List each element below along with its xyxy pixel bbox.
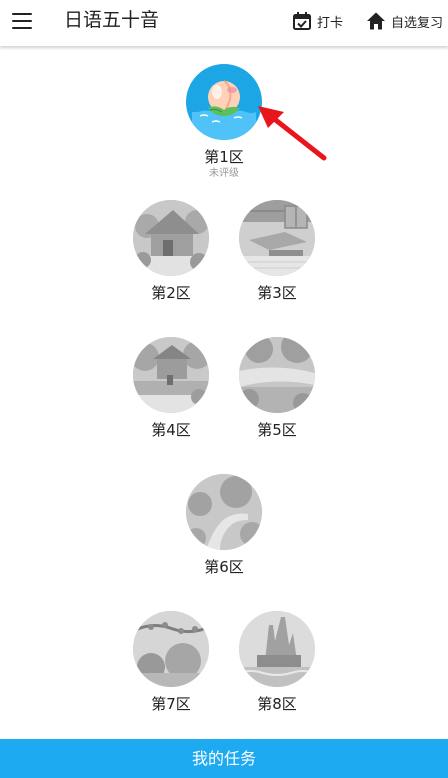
area-8[interactable]: 第8区 — [222, 611, 332, 713]
area-6-image — [186, 474, 262, 550]
home-icon — [367, 12, 385, 30]
arrow-icon — [258, 106, 327, 161]
checkin-label: 打卡 — [317, 15, 344, 31]
area-5-name: 第5区 — [257, 421, 297, 439]
hill-road-scene-icon — [186, 474, 262, 550]
area-1-image — [186, 64, 262, 140]
area-7-image — [133, 611, 209, 687]
room-scene-icon — [239, 200, 315, 276]
area-7[interactable]: 第7区 — [116, 611, 226, 713]
self-review-label: 自选复习 — [391, 15, 444, 31]
peach-icon — [192, 80, 256, 140]
area-5-image — [239, 337, 315, 413]
area-3-name: 第3区 — [257, 284, 297, 302]
self-review-button[interactable]: 自选复习 — [366, 9, 443, 33]
area-4[interactable]: 第4区 — [116, 337, 226, 439]
area-2-name: 第2区 — [151, 284, 191, 302]
my-tasks-button[interactable]: 我的任务 — [0, 739, 448, 778]
area-3[interactable]: 第3区 — [222, 200, 332, 302]
area-5[interactable]: 第5区 — [222, 337, 332, 439]
area-7-name: 第7区 — [151, 695, 191, 713]
area-4-name: 第4区 — [151, 421, 191, 439]
app-title: 日语五十音 — [64, 9, 160, 31]
menu-icon[interactable] — [12, 13, 32, 29]
area-2[interactable]: 第2区 — [116, 200, 226, 302]
area-4-image — [133, 337, 209, 413]
checkin-button[interactable]: 打卡 — [292, 9, 343, 33]
calendar-check-icon — [293, 12, 311, 30]
forest-path-scene-icon — [239, 337, 315, 413]
area-8-image — [239, 611, 315, 687]
area-3-image — [239, 200, 315, 276]
hut-scene-icon — [133, 200, 209, 276]
area-8-name: 第8区 — [257, 695, 297, 713]
castle-scene-icon — [239, 611, 315, 687]
village-scene-icon — [133, 337, 209, 413]
area-6[interactable]: 第6区 — [169, 474, 279, 576]
blossom-tree-scene-icon — [133, 611, 209, 687]
area-2-image — [133, 200, 209, 276]
area-6-name: 第6区 — [204, 558, 244, 576]
top-app-bar: 日语五十音 打卡 自选复习 — [0, 0, 448, 46]
